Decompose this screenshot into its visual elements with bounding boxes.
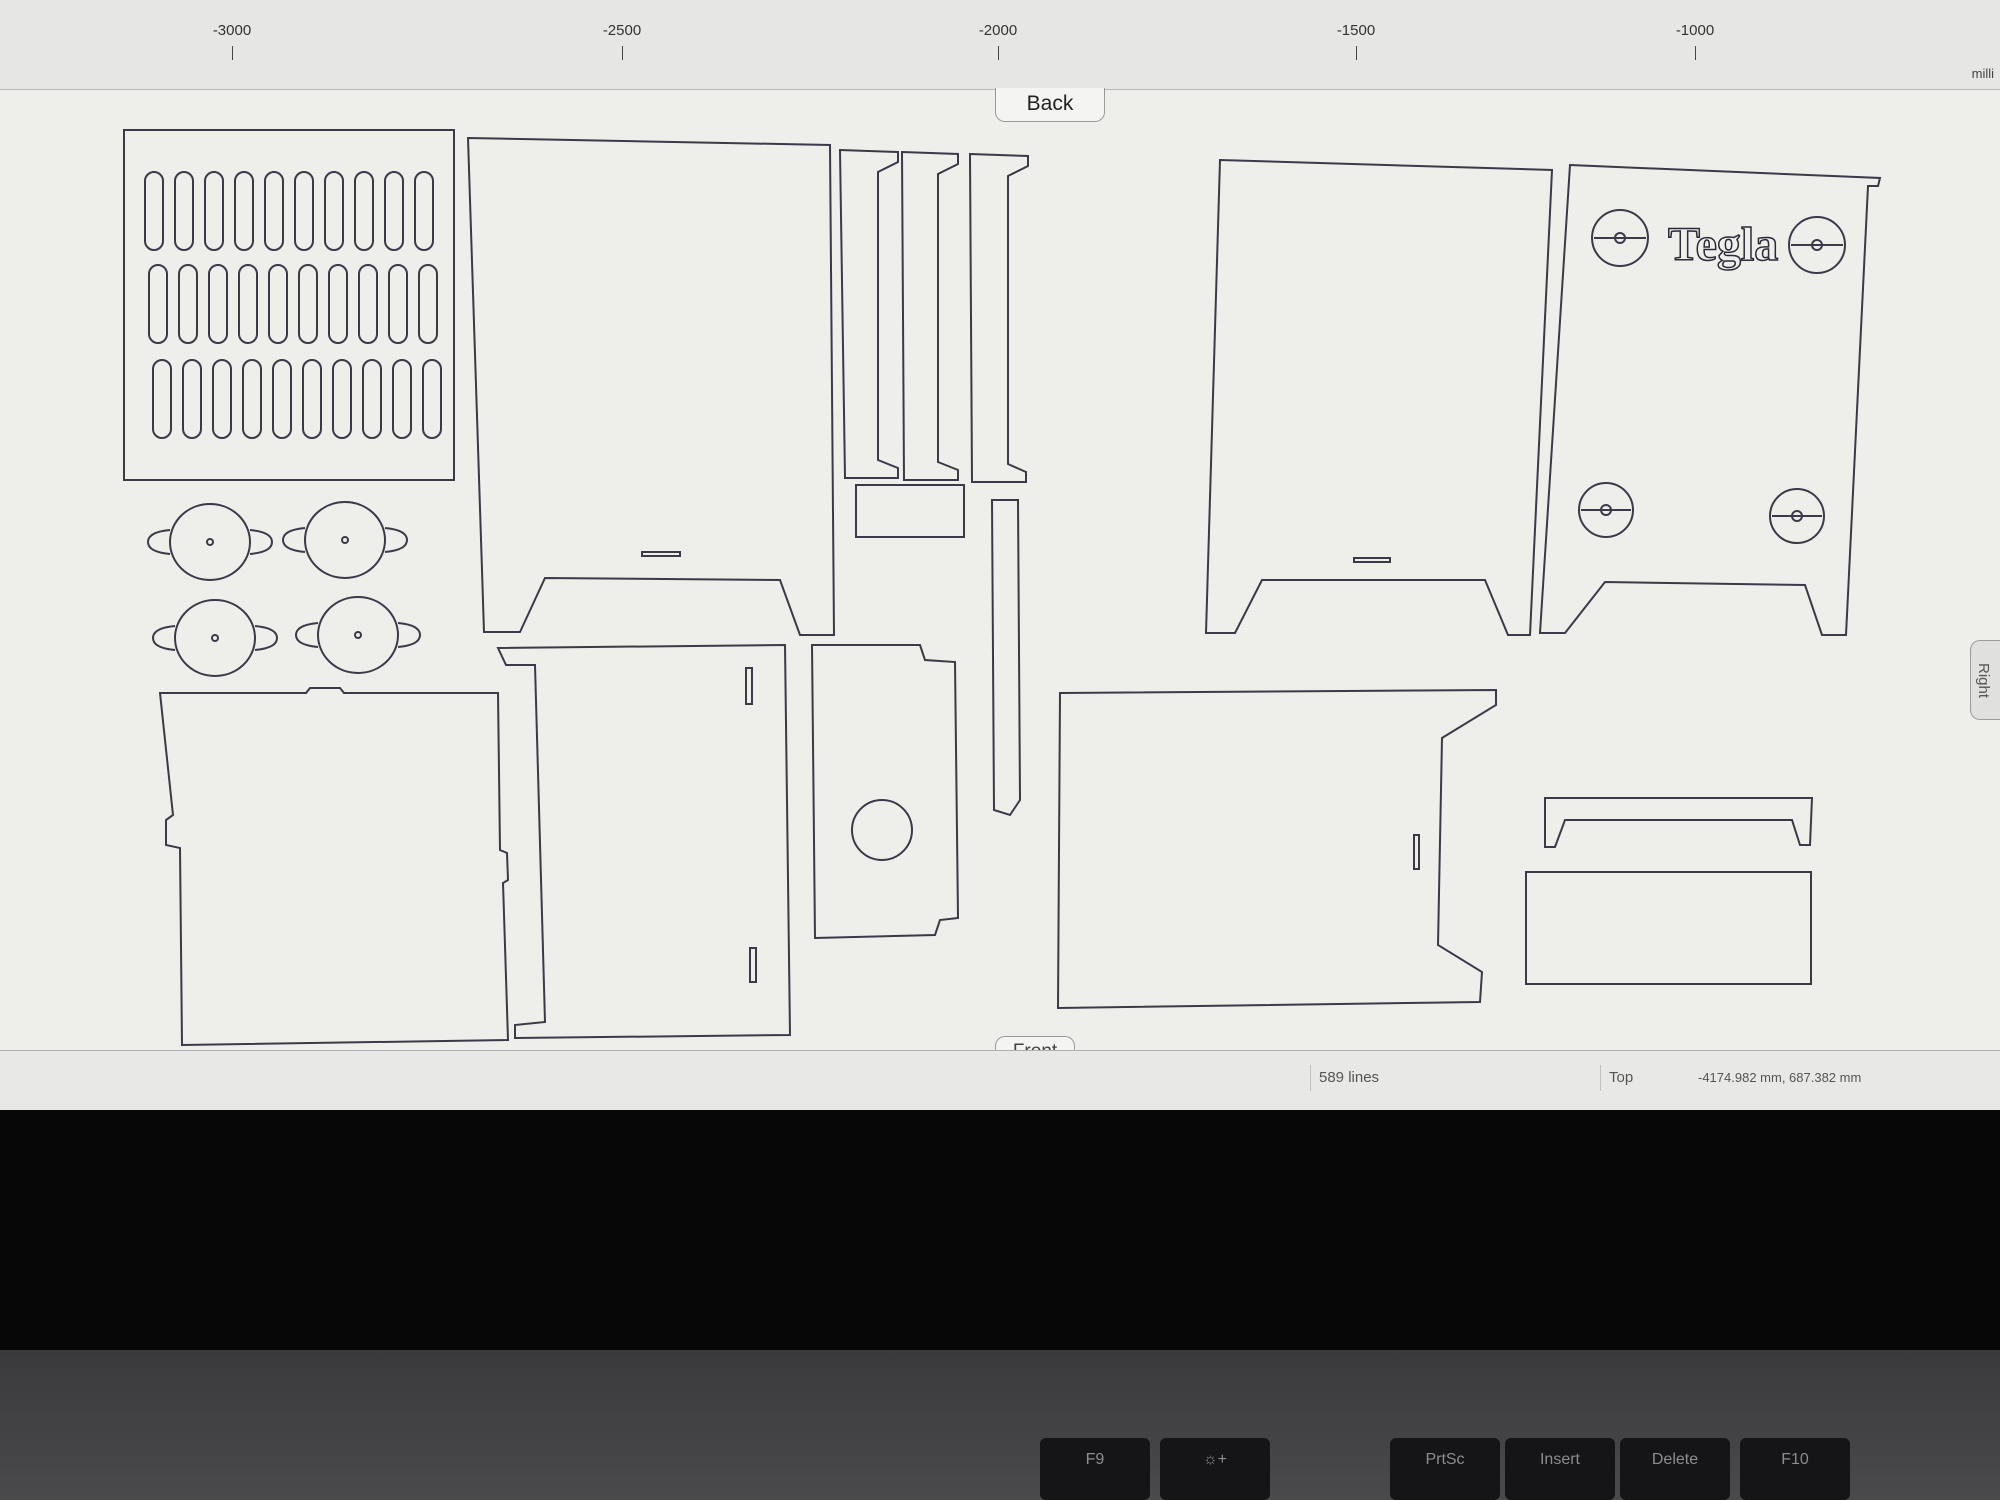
- cut-layout-drawing[interactable]: Tegla: [0, 90, 2000, 1050]
- grille-slot: [332, 359, 352, 439]
- view-tab-back[interactable]: Back: [995, 88, 1105, 122]
- small-tray-top[interactable]: [1544, 797, 1814, 848]
- status-coordinates: -4174.982 mm, 687.382 mm: [1698, 1070, 1862, 1085]
- grille-slot: [174, 171, 194, 251]
- grille-slot: [152, 359, 172, 439]
- view-tab-right-label: Right: [1975, 663, 1992, 699]
- grille-panel[interactable]: [123, 129, 455, 481]
- knob-part: [294, 596, 422, 674]
- key-f9[interactable]: F9: [1040, 1438, 1150, 1500]
- key-prtsc[interactable]: PrtSc: [1390, 1438, 1500, 1500]
- view-tab-right[interactable]: Right: [1970, 640, 2000, 720]
- grille-slot: [362, 359, 382, 439]
- key-f10[interactable]: F10: [1740, 1438, 1850, 1500]
- key-brightness[interactable]: ☼+: [1160, 1438, 1270, 1500]
- ruler-label-1000: -1000: [1675, 22, 1715, 39]
- ring-lower-right: [1769, 488, 1825, 544]
- knob-part: [281, 501, 409, 579]
- grille-slot: [414, 171, 434, 251]
- knob-part: [146, 503, 274, 581]
- side-rails[interactable]: [838, 148, 1029, 817]
- grille-slots: [144, 171, 442, 439]
- ruler-label-3000: -3000: [212, 22, 252, 39]
- ruler-tick: [622, 46, 623, 60]
- bottom-wide-panel[interactable]: [1056, 688, 1497, 1010]
- grille-slot: [178, 264, 198, 344]
- horizontal-ruler[interactable]: -3000 -2500 -2000 -1500 -1000 milli: [0, 0, 2000, 90]
- panel-with-hole[interactable]: [810, 644, 960, 940]
- grille-slot: [144, 171, 164, 251]
- grille-slot: [392, 359, 412, 439]
- ruler-label-2000: -2000: [978, 22, 1018, 39]
- ruler-label-1500: -1500: [1336, 22, 1376, 39]
- ruler-label-2500: -2500: [602, 22, 642, 39]
- knob-part: [151, 599, 279, 677]
- grille-slot: [204, 171, 224, 251]
- key-delete[interactable]: Delete: [1620, 1438, 1730, 1500]
- drawing-canvas[interactable]: Tegla Right: [0, 90, 2000, 1050]
- key-insert[interactable]: Insert: [1505, 1438, 1615, 1500]
- grille-slot: [268, 264, 288, 344]
- grille-slot: [294, 171, 314, 251]
- screen: -3000 -2500 -2000 -1500 -1000 milli Tegl…: [0, 0, 2000, 1110]
- grille-slot: [302, 359, 322, 439]
- ruler-tick: [232, 46, 233, 60]
- back-panel-right[interactable]: [1204, 158, 1554, 636]
- round-knob-parts[interactable]: [146, 501, 422, 677]
- ruler-tick: [1695, 46, 1696, 60]
- grille-slot: [234, 171, 254, 251]
- grille-slot: [212, 359, 232, 439]
- status-view-name: Top: [1600, 1065, 1690, 1091]
- status-line-count: 589 lines: [1310, 1065, 1500, 1091]
- grille-slot: [324, 171, 344, 251]
- grille-slot: [354, 171, 374, 251]
- grille-slot: [272, 359, 292, 439]
- side-panel-left[interactable]: [466, 136, 836, 636]
- small-tray-bottom[interactable]: [1525, 871, 1812, 985]
- logo-ring-left: [1591, 209, 1649, 267]
- grille-slot: [422, 359, 442, 439]
- panel-top-left[interactable]: [158, 687, 510, 1047]
- ring-lower-left: [1578, 482, 1634, 538]
- grille-slot: [384, 171, 404, 251]
- ruler-unit-label: milli: [1971, 66, 1994, 81]
- engraved-logo-text: Tegla: [1668, 218, 1778, 271]
- grille-slot: [148, 264, 168, 344]
- grille-slot: [238, 264, 258, 344]
- grille-slot: [182, 359, 202, 439]
- grille-slot: [242, 359, 262, 439]
- status-bar: 589 lines Top -4174.982 mm, 687.382 mm: [0, 1050, 2000, 1110]
- ruler-tick: [1356, 46, 1357, 60]
- grille-slot: [208, 264, 228, 344]
- panel-bottom-middle[interactable]: [496, 643, 792, 1040]
- grille-slot: [418, 264, 438, 344]
- logo-ring-right: [1788, 216, 1846, 274]
- grille-slot: [388, 264, 408, 344]
- ruler-tick: [998, 46, 999, 60]
- grille-slot: [358, 264, 378, 344]
- grille-slot: [264, 171, 284, 251]
- grille-slot: [298, 264, 318, 344]
- grille-slot: [328, 264, 348, 344]
- laptop-bezel: [0, 1110, 2000, 1350]
